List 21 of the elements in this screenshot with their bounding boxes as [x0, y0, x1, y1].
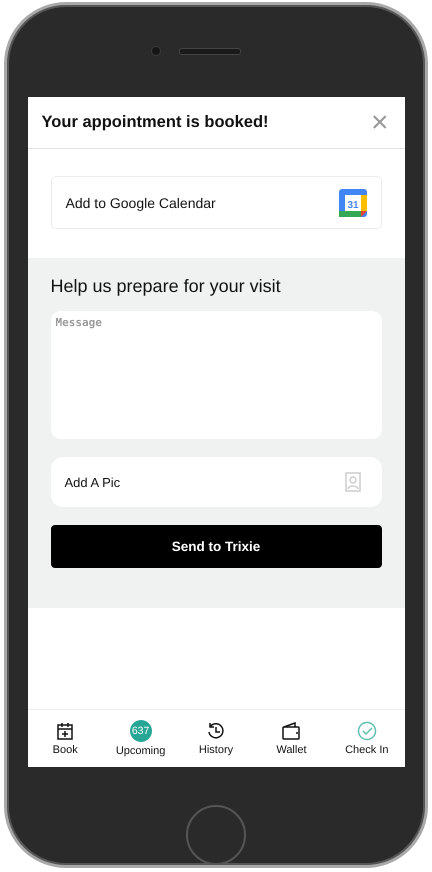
add-pic-button[interactable]: Add A Pic [50, 457, 382, 507]
dialog-title: Your appointment is booked! [42, 113, 269, 132]
section-heading: Help us prepare for your visit [50, 276, 282, 297]
camera [151, 46, 161, 56]
nav-tab[interactable]: Book [28, 710, 103, 767]
check-circle-icon [356, 721, 377, 741]
message-field[interactable]: Message [50, 311, 382, 439]
calendar-plus-icon [55, 721, 76, 741]
history-icon [206, 721, 226, 741]
add-calendar-button[interactable]: Add to Google Calendar 31 [50, 176, 382, 229]
wallet-icon [281, 721, 302, 741]
portrait-icon [344, 472, 360, 492]
send-button[interactable]: Send to Trixie [50, 525, 382, 568]
nav-tab[interactable]: Check In [329, 710, 404, 767]
home-button[interactable] [186, 805, 246, 865]
speaker [179, 48, 241, 54]
count-badge: 637 [130, 720, 152, 742]
nav-tab[interactable]: Wallet [254, 710, 330, 767]
calendar-icon: 31 [338, 188, 366, 216]
nav-tab[interactable]: 637 Upcoming [102, 710, 178, 767]
nav-tab[interactable]: History [178, 710, 254, 767]
